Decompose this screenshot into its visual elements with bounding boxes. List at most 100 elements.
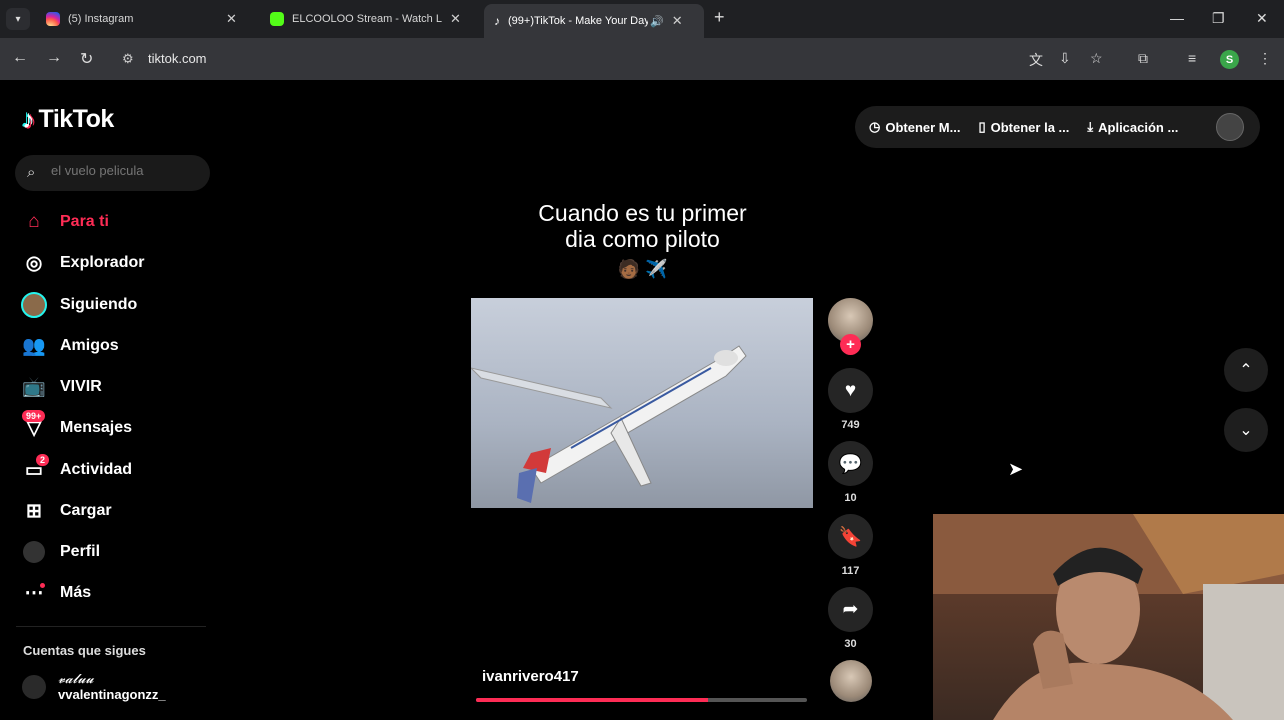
sidebar-item-vivir[interactable]: 📺 VIVIR (20, 372, 102, 402)
sidebar-item-label: Explorador (60, 254, 145, 271)
sidebar-item-label: VIVIR (60, 378, 102, 395)
sidebar-item-perfil[interactable]: Perfil (20, 537, 100, 567)
tab-instagram[interactable]: (5) Instagram ✕ (36, 4, 247, 34)
next-video-button[interactable]: ⌄ (1224, 408, 1268, 452)
search-box[interactable]: ⌕ (15, 155, 210, 191)
comment-icon: 💬 (828, 441, 873, 486)
account-handle: vvalentinagonzz_ (58, 687, 166, 702)
tab-tiktok[interactable]: ♪ (99+)TikTok - Make Your Day 🔊 ✕ (484, 4, 704, 38)
sidebar-item-siguiendo[interactable]: Siguiendo (20, 290, 137, 320)
forward-icon[interactable]: → (46, 49, 62, 67)
omnibox[interactable]: ⚙ tiktok.com (112, 45, 1007, 73)
messages-badge: 99+ (22, 410, 46, 422)
button-label: Aplicación ... (1098, 119, 1179, 135)
sidebar-item-label: Amigos (60, 337, 119, 354)
avatar (830, 660, 872, 702)
sidebar-item-cargar[interactable]: ⊞ Cargar (20, 496, 112, 526)
comment-button[interactable]: 💬 10 (828, 441, 873, 504)
chevron-down-icon: ⌄ (1239, 422, 1253, 439)
close-tab-icon[interactable]: ✕ (672, 13, 683, 29)
restore-icon[interactable]: ❐ (1212, 10, 1225, 27)
like-count: 749 (841, 419, 860, 431)
back-icon[interactable]: ← (12, 49, 28, 67)
profile-avatar-icon (20, 538, 48, 566)
desktop-app-button[interactable]: ⤓ Aplicación ... (1087, 119, 1178, 135)
video-author-username[interactable]: ivanrivero417 (482, 668, 579, 685)
home-icon: ⌂ (28, 211, 40, 232)
browser-profile-avatar[interactable]: S (1220, 50, 1239, 69)
get-app-button[interactable]: ▯ Obtener la ... (978, 119, 1069, 135)
kick-icon (270, 12, 284, 26)
get-coins-button[interactable]: ◷ Obtener M... (869, 119, 960, 135)
follow-plus-icon[interactable]: + (840, 334, 861, 355)
top-actions-bar: ◷ Obtener M... ▯ Obtener la ... ⤓ Aplicació… (855, 106, 1260, 148)
sidebar-item-mensajes[interactable]: ▽ 99+ Mensajes (20, 410, 133, 443)
close-window-icon[interactable]: ✕ (1256, 10, 1268, 27)
sidebar-item-actividad[interactable]: ▭ 2 Actividad (20, 454, 133, 485)
reload-icon[interactable]: ↻ (80, 49, 93, 69)
share-button[interactable]: ➦ 30 (828, 587, 873, 650)
tab-kick[interactable]: ELCOOLOO Stream - Watch Live ✕ (260, 4, 471, 34)
bookmark-star-icon[interactable]: ☆ (1090, 50, 1103, 67)
webcam-overlay (933, 514, 1284, 720)
video-progress-bar[interactable] (476, 698, 807, 702)
site-settings-icon[interactable]: ⚙ (122, 51, 134, 67)
url-text[interactable]: tiktok.com (148, 51, 207, 66)
tab-title: (5) Instagram (68, 13, 134, 25)
messages-icon: ▽ 99+ (20, 410, 48, 442)
sidebar-item-label: Para ti (60, 213, 109, 230)
install-app-icon[interactable]: ⇩ (1059, 50, 1071, 67)
more-icon: ⋯ (24, 582, 45, 604)
next-creator-avatar[interactable] (828, 660, 873, 702)
caption-emoji: 🧑🏾 ✈️ (617, 259, 668, 279)
sidebar-item-mas[interactable]: ⋯ Más (20, 578, 92, 608)
compass-icon: ◎ (25, 252, 43, 274)
browser-menu-icon[interactable]: ⋮ (1258, 50, 1272, 67)
share-icon: ➦ (828, 587, 873, 632)
speaker-icon[interactable]: 🔊 (650, 15, 664, 28)
like-button[interactable]: ♥ 749 (828, 368, 873, 431)
save-button[interactable]: 🔖 117 (828, 514, 873, 577)
search-input[interactable] (51, 163, 201, 178)
download-icon: ⤓ (1087, 119, 1094, 134)
caption-line: Cuando es tu primer (538, 200, 747, 226)
button-label: Obtener la ... (990, 119, 1070, 135)
upload-icon: ⊞ (26, 500, 42, 522)
sidebar-item-label: Cargar (60, 502, 112, 519)
close-tab-icon[interactable]: ✕ (450, 11, 461, 27)
instagram-icon (46, 12, 60, 26)
tiktok-logo[interactable]: ♪ TikTok (22, 104, 114, 135)
extensions-icon[interactable]: ⧉ (1138, 50, 1148, 67)
sidebar-item-label: Más (60, 584, 92, 601)
tiktok-favicon-icon: ♪ (494, 14, 500, 28)
browser-tab-strip: ▾ (5) Instagram ✕ ELCOOLOO Stream - Watc… (0, 0, 1284, 38)
sidebar-divider (16, 626, 206, 627)
new-tab-button[interactable]: + (714, 7, 725, 28)
media-control-icon[interactable]: ≡ (1188, 50, 1196, 66)
sidebar-item-label: Mensajes (60, 419, 133, 436)
video-progress-fill (476, 698, 708, 702)
followed-account-item[interactable]: 𝓿𝓪𝓵𝓾𝓾 vvalentinagonzz_ (22, 672, 166, 702)
webcam-image (933, 514, 1284, 720)
activity-badge: 2 (36, 454, 50, 466)
translate-icon[interactable]: 文 (1029, 50, 1043, 70)
airplane-image (471, 345, 747, 503)
save-count: 117 (841, 565, 860, 577)
sidebar-item-explorador[interactable]: ◎ Explorador (20, 248, 145, 278)
creator-avatar-button[interactable]: + (828, 298, 873, 355)
sidebar-item-para-ti[interactable]: ⌂ Para ti (20, 207, 109, 237)
sidebar-item-label: Actividad (60, 461, 133, 478)
share-count: 30 (844, 638, 857, 650)
video-player[interactable] (471, 298, 813, 508)
close-tab-icon[interactable]: ✕ (226, 11, 237, 27)
avatar (22, 675, 46, 699)
following-avatar-icon (20, 291, 48, 319)
sidebar-item-amigos[interactable]: 👥 Amigos (20, 331, 119, 361)
minimize-icon[interactable]: — (1170, 10, 1184, 26)
tab-search-button[interactable]: ▾ (6, 8, 30, 30)
chevron-down-icon: ▾ (15, 13, 21, 25)
previous-video-button[interactable]: ⌃ (1224, 348, 1268, 392)
user-avatar[interactable] (1216, 113, 1244, 141)
tiktok-page: ♪ TikTok ⌕ ⌂ Para ti ◎ Explorador Siguie… (0, 80, 1284, 720)
sidebar-item-label: Perfil (60, 543, 101, 560)
